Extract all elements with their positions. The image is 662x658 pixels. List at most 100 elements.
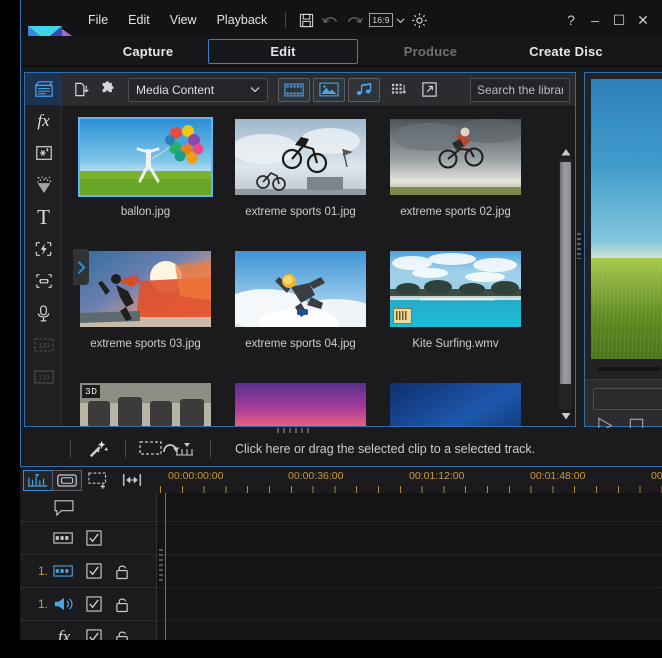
title-bar: File Edit View Playback 16:9 ? – ☐ ✕ bbox=[0, 0, 662, 54]
media-item[interactable]: extreme sports 01.jpg bbox=[223, 112, 378, 244]
thumbnail[interactable] bbox=[388, 249, 523, 329]
sidebar-item-chapter[interactable]: 123 bbox=[25, 329, 62, 361]
content-type-select[interactable]: Media Content bbox=[128, 77, 268, 102]
floppy-disk-icon[interactable] bbox=[294, 9, 318, 31]
tab-edit[interactable]: Edit bbox=[208, 39, 358, 64]
redo-arrow-icon[interactable] bbox=[342, 9, 366, 31]
preview-timecode-field[interactable] bbox=[593, 388, 662, 410]
filter-video-button[interactable] bbox=[278, 77, 310, 102]
scroll-down-button[interactable] bbox=[559, 409, 572, 422]
library-scrollbar[interactable] bbox=[559, 145, 572, 422]
puzzle-piece-icon[interactable] bbox=[94, 78, 120, 102]
menu-playback[interactable]: Playback bbox=[207, 10, 278, 30]
track-visibility-checkbox[interactable] bbox=[80, 530, 108, 546]
track-visibility-checkbox[interactable] bbox=[80, 596, 108, 612]
thumbnail-selected[interactable] bbox=[78, 117, 213, 197]
search-input[interactable] bbox=[470, 78, 570, 102]
track-lane-column[interactable] bbox=[157, 493, 662, 658]
media-item[interactable]: 3D bbox=[68, 376, 223, 426]
preview-screen[interactable] bbox=[591, 79, 662, 359]
storyboard-view-button[interactable] bbox=[52, 469, 82, 491]
preview-scrubber[interactable] bbox=[597, 367, 661, 371]
close-button[interactable]: ✕ bbox=[632, 10, 654, 30]
media-item[interactable]: ballon.jpg bbox=[68, 112, 223, 244]
media-item-label: extreme sports 02.jpg bbox=[400, 206, 511, 218]
comment-bubble-icon[interactable] bbox=[48, 499, 80, 516]
menu-view[interactable]: View bbox=[160, 10, 207, 30]
track-header-audio-1[interactable]: 1. bbox=[20, 588, 156, 621]
fx-icon: fx bbox=[37, 111, 50, 130]
tab-produce[interactable]: Produce bbox=[358, 40, 503, 63]
lane-grip[interactable] bbox=[159, 549, 163, 583]
sidebar-item-transition[interactable] bbox=[25, 233, 62, 265]
range-selection-button[interactable] bbox=[118, 469, 146, 491]
track-lane[interactable] bbox=[157, 588, 662, 621]
sidebar-item-effect[interactable]: fx bbox=[25, 105, 62, 137]
sidebar-item-pip[interactable] bbox=[25, 137, 62, 169]
thumbnail-image bbox=[390, 119, 521, 195]
track-lock-icon[interactable] bbox=[108, 596, 136, 613]
video-track-icon[interactable] bbox=[48, 564, 80, 578]
magic-wand-icon[interactable] bbox=[83, 436, 113, 462]
track-lane[interactable] bbox=[157, 522, 662, 555]
sidebar-item-particle[interactable] bbox=[25, 169, 62, 201]
thumbnail[interactable] bbox=[388, 117, 523, 197]
track-visibility-checkbox[interactable] bbox=[80, 563, 108, 579]
menu-edit[interactable]: Edit bbox=[118, 10, 160, 30]
panel-resize-grip[interactable] bbox=[577, 233, 581, 259]
help-button[interactable]: ? bbox=[560, 10, 582, 30]
thumbnail[interactable] bbox=[233, 381, 368, 426]
thumbnail[interactable] bbox=[388, 381, 523, 426]
filter-photo-button[interactable] bbox=[313, 77, 345, 102]
media-item[interactable]: extreme sports 03.jpg bbox=[68, 244, 223, 376]
thumbnail-image bbox=[235, 119, 366, 195]
tab-create-disc[interactable]: Create Disc bbox=[511, 40, 621, 63]
filter-audio-button[interactable] bbox=[348, 77, 380, 102]
sidebar-item-voice-over[interactable] bbox=[25, 297, 62, 329]
scrollbar-thumb[interactable] bbox=[560, 162, 571, 384]
gear-icon[interactable] bbox=[408, 9, 432, 31]
media-item[interactable] bbox=[378, 376, 533, 426]
filmstrip-small-icon[interactable] bbox=[48, 531, 80, 545]
thumbnail[interactable] bbox=[78, 249, 213, 329]
track-lock-icon[interactable] bbox=[108, 563, 136, 580]
ruler-mark: 00:01:12:00 bbox=[409, 470, 465, 482]
maximize-button[interactable]: ☐ bbox=[608, 10, 630, 30]
aspect-ratio-selector[interactable]: 16:9 bbox=[366, 13, 407, 27]
track-header-chapter-marker[interactable] bbox=[20, 493, 156, 522]
speaker-icon[interactable] bbox=[48, 596, 80, 612]
scroll-up-button[interactable] bbox=[559, 145, 572, 158]
sidebar-item-subtitle[interactable]: 123 bbox=[25, 361, 62, 393]
sidebar-item-audio-mixing[interactable] bbox=[25, 265, 62, 297]
sort-grid-icon[interactable] bbox=[385, 78, 411, 102]
track-lane[interactable] bbox=[157, 493, 662, 522]
clip-to-track-icon[interactable] bbox=[138, 436, 198, 462]
thumbnail[interactable] bbox=[233, 117, 368, 197]
timeline-ruler[interactable]: 00:00:00:00 00:00:36:00 00:01:12:00 00:0… bbox=[160, 467, 662, 494]
track-lane[interactable] bbox=[157, 555, 662, 588]
media-item[interactable]: extreme sports 02.jpg bbox=[378, 112, 533, 244]
scrollbar-track[interactable] bbox=[559, 158, 572, 409]
media-item[interactable]: extreme sports 04.jpg bbox=[223, 244, 378, 376]
expand-arrow-icon[interactable] bbox=[416, 78, 442, 102]
track-header-column: 1. 1. fx bbox=[20, 493, 157, 658]
filmstrip-icon bbox=[284, 83, 304, 96]
add-track-button[interactable] bbox=[86, 469, 114, 491]
minimize-button[interactable]: – bbox=[584, 10, 606, 30]
sidebar-item-media[interactable] bbox=[25, 73, 69, 105]
thumbnail[interactable]: 3D bbox=[78, 381, 213, 426]
thumbnail[interactable] bbox=[233, 249, 368, 329]
track-header-video-1[interactable]: 1. bbox=[20, 555, 156, 588]
sidebar-item-title[interactable]: T bbox=[25, 201, 62, 233]
media-item[interactable]: Kite Surfing.wmv bbox=[378, 244, 533, 376]
media-item[interactable] bbox=[223, 376, 378, 426]
track-header-master[interactable] bbox=[20, 522, 156, 555]
library-expand-handle[interactable] bbox=[73, 249, 89, 285]
import-media-icon[interactable] bbox=[68, 78, 94, 102]
menu-file[interactable]: File bbox=[78, 10, 118, 30]
playhead[interactable] bbox=[165, 493, 166, 658]
timeline-view-button[interactable] bbox=[23, 469, 53, 491]
tab-capture[interactable]: Capture bbox=[88, 40, 208, 63]
toolbar-separator bbox=[285, 12, 287, 28]
undo-arrow-icon[interactable] bbox=[318, 9, 342, 31]
